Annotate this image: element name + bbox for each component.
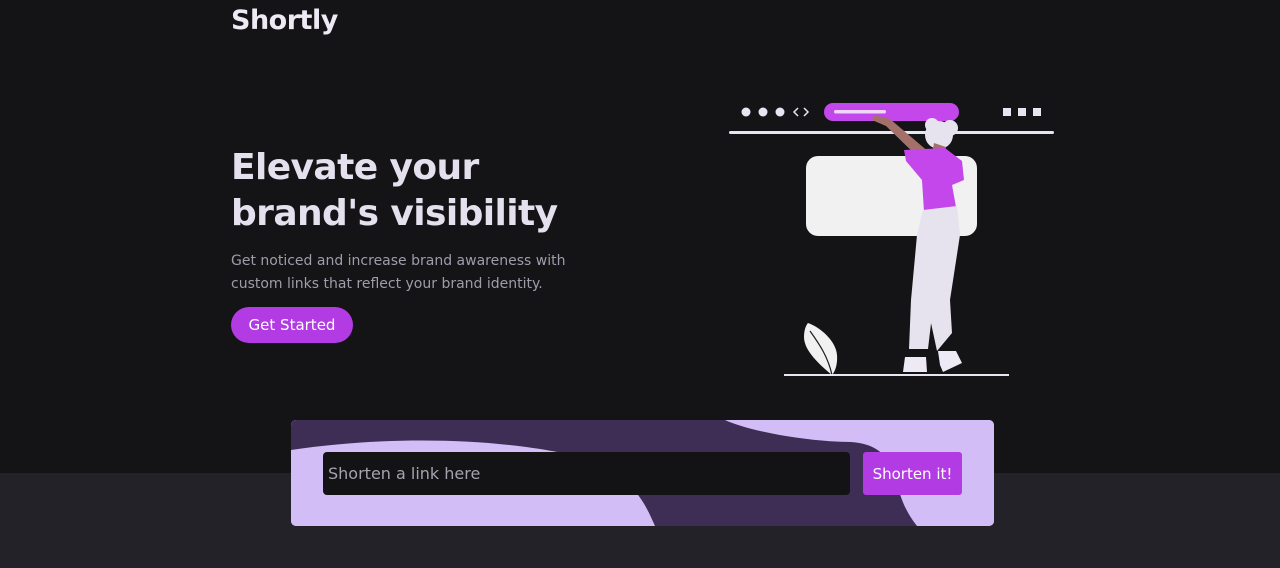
site-logo[interactable]: Shortly bbox=[231, 5, 338, 36]
link-input[interactable] bbox=[323, 452, 850, 495]
person-reaching-browser-illustration bbox=[729, 103, 1054, 376]
shorten-button[interactable]: Shorten it! bbox=[863, 452, 962, 495]
hero-section: Shortly Elevate your brand's visibility … bbox=[0, 0, 1280, 473]
get-started-button[interactable]: Get Started bbox=[231, 307, 353, 343]
link-shortener-panel: Shorten it! bbox=[291, 420, 994, 526]
hero-headline: Elevate your brand's visibility bbox=[231, 147, 558, 234]
hero-subtext: Get noticed and increase brand awareness… bbox=[231, 253, 566, 292]
